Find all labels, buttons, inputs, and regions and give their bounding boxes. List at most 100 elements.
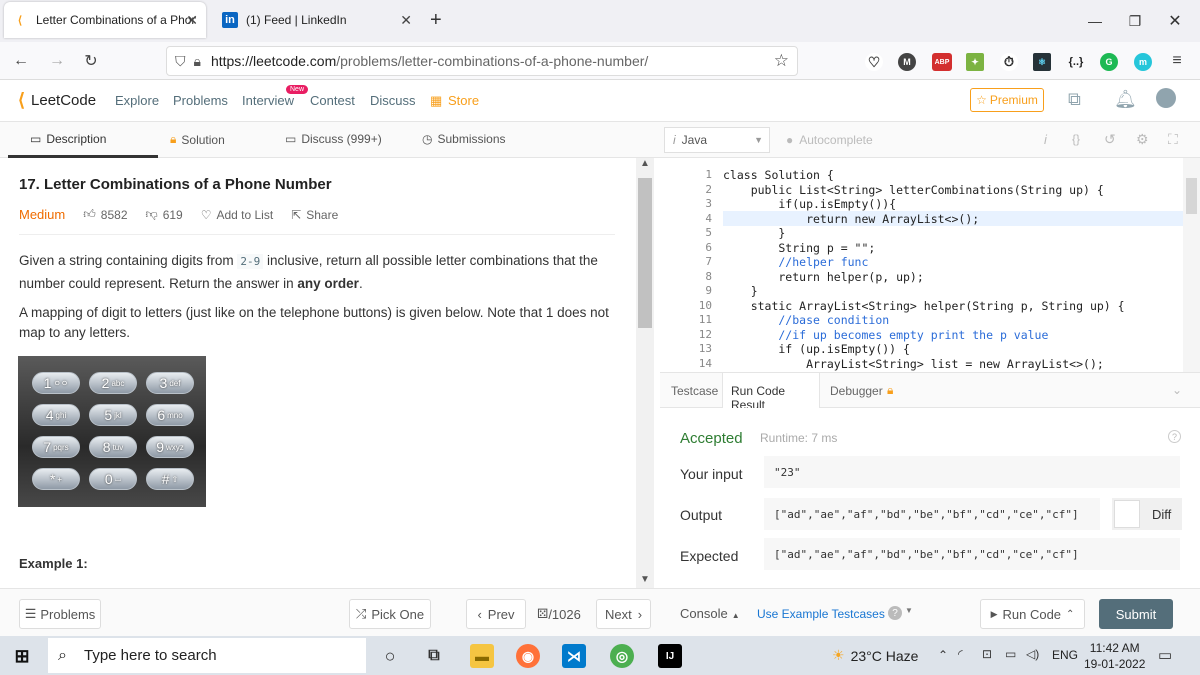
url-bar[interactable]: ⛉ 🔒︎ https://leetcode.com /problems/lett… (166, 46, 798, 76)
nav-problems[interactable]: Problems (173, 93, 228, 108)
pick-one-button[interactable]: ⤮ Pick One (349, 599, 431, 629)
console-button[interactable]: Console ▲ (680, 606, 740, 621)
key-letters: pqrs (53, 442, 69, 452)
run-code-button[interactable]: ▶ Run Code ⌃ (980, 599, 1085, 629)
firefox-icon[interactable]: ◉ (516, 644, 540, 668)
minimize-icon[interactable]: — (1080, 8, 1110, 34)
editor-scrollbar[interactable] (1183, 158, 1200, 372)
tab-description[interactable]: ▭ Description (30, 132, 106, 146)
extension-m2-icon[interactable]: m (1134, 53, 1152, 71)
notification-icon[interactable]: ▭ (1158, 646, 1172, 664)
timer-icon[interactable]: ⏱ (1000, 53, 1018, 71)
info-icon[interactable]: i (1044, 132, 1047, 147)
chevron-up-icon[interactable]: ⌃ (938, 648, 948, 662)
share-link[interactable]: Share (306, 208, 338, 222)
problem-pager[interactable]: ⚄/1026 (537, 606, 581, 622)
tab-submissions[interactable]: ◷ Submissions (422, 132, 506, 146)
tab-debugger[interactable]: Debugger (830, 384, 883, 398)
tab-run-code-result[interactable]: Run Code Result (722, 373, 820, 412)
fullscreen-icon[interactable]: ⛶ (1168, 131, 1178, 148)
tab-testcase[interactable]: Testcase (671, 384, 718, 398)
help-icon[interactable]: ? (1168, 430, 1181, 443)
key-digit: 6 (157, 407, 166, 423)
input-label: Your input (680, 466, 743, 482)
adblock-icon[interactable]: ABP (932, 53, 952, 71)
submit-button[interactable]: Submit (1099, 599, 1173, 629)
cortana-icon[interactable]: ○ (378, 644, 402, 668)
file-explorer-icon[interactable]: ▬ (470, 644, 494, 668)
vscode-icon[interactable]: ⋊ (562, 644, 586, 668)
battery-icon[interactable]: ▭ (1005, 647, 1016, 661)
bookmark-star-icon[interactable]: ☆ (774, 51, 789, 71)
chrome-icon[interactable]: ◎ (610, 644, 634, 668)
scroll-up-icon[interactable]: ▲ (640, 158, 650, 169)
tab-discuss[interactable]: ▭ Discuss (999+) (285, 132, 382, 146)
menu-icon[interactable]: ≡ (1166, 50, 1188, 72)
windows-start-icon[interactable]: ⊞ (10, 644, 34, 668)
language-select[interactable]: i Java ▼ (664, 127, 770, 153)
help-icon[interactable]: ? (888, 606, 902, 620)
nav-discuss[interactable]: Discuss (370, 93, 416, 108)
nav-interview[interactable]: Interview (242, 93, 294, 108)
playground-icon[interactable]: ⧉ (1068, 89, 1081, 110)
braces-icon[interactable]: {} (1072, 132, 1080, 146)
nav-explore[interactable]: Explore (115, 93, 159, 108)
tab-linkedin[interactable]: in (1) Feed | LinkedIn ✕ (214, 2, 420, 38)
leetcode-logo-icon: ⟨ (18, 90, 26, 110)
scrollbar-thumb[interactable] (638, 178, 652, 328)
reload-icon[interactable]: ↻ (80, 50, 102, 72)
prev-button[interactable]: ‹ Prev (466, 599, 526, 629)
forward-icon[interactable]: → (46, 50, 68, 72)
autocomplete-toggle[interactable]: ● Autocomplete (786, 133, 873, 147)
chevron-left-icon: ‹ (477, 606, 482, 622)
button-label: Problems (40, 606, 96, 622)
chevron-down-icon[interactable]: ⌄ (1172, 383, 1182, 397)
premium-button[interactable]: ☆ Premium (970, 88, 1044, 112)
caret-down-icon[interactable]: ▼ (905, 606, 913, 615)
diff-toggle[interactable]: Diff (1112, 498, 1182, 530)
clock[interactable]: 11:42 AM 19-01-2022 (1084, 640, 1145, 672)
tab-leetcode[interactable]: ⟨ Letter Combinations of a Phone ✕ (4, 2, 206, 38)
nav-contest[interactable]: Contest (310, 93, 355, 108)
avatar[interactable] (1156, 88, 1176, 108)
restore-icon[interactable]: ❐ (1120, 8, 1150, 34)
reset-icon[interactable]: ↺ (1104, 131, 1116, 148)
task-view-icon[interactable]: ⧉ (422, 644, 446, 668)
react-icon[interactable]: ⚛ (1033, 53, 1051, 71)
back-icon[interactable]: ← (10, 50, 32, 72)
json-icon[interactable]: {..} (1064, 53, 1088, 71)
line-number: 3 (705, 197, 712, 210)
add-to-list-link[interactable]: Add to List (216, 208, 273, 222)
new-tab-button[interactable]: + (430, 9, 442, 32)
code-editor[interactable]: 1 2 3 4 5 6 7 8 9 10 11 12 13 14 class Solution { pub… (660, 158, 1200, 372)
thumbs-down-icon[interactable]: 👎︎ (146, 207, 158, 222)
bell-icon[interactable]: 🔔︎ (1114, 89, 1137, 110)
scroll-down-icon[interactable]: ▼ (640, 574, 650, 585)
pocket-icon[interactable]: ♡ (865, 53, 883, 71)
thumbs-up-icon[interactable]: 👍︎ (83, 207, 96, 222)
weather-widget[interactable]: ☀ 23°C Haze (832, 647, 918, 664)
intellij-icon[interactable]: IJ (658, 644, 682, 668)
language-indicator[interactable]: ENG (1052, 648, 1078, 662)
code-line: return helper(p, up); (723, 269, 924, 284)
brand[interactable]: ⟨ LeetCode (18, 90, 96, 111)
close-icon[interactable]: ✕ (186, 12, 198, 29)
scrollbar-thumb[interactable] (1186, 178, 1197, 214)
toggle-knob (1114, 500, 1140, 528)
extension-icon[interactable]: ✦ (966, 53, 984, 71)
next-button[interactable]: Next › (596, 599, 651, 629)
network-icon[interactable]: ⊡ (982, 647, 992, 661)
grammarly-icon[interactable]: G (1100, 53, 1118, 71)
taskbar-search[interactable]: ⌕ Type here to search (48, 638, 366, 673)
tab-solution[interactable]: 🔒︎ Solution (170, 132, 225, 147)
volume-icon[interactable]: ◁) (1026, 647, 1039, 661)
use-example-testcases-link[interactable]: Use Example Testcases (757, 607, 885, 621)
problems-button[interactable]: ☰ Problems (19, 599, 101, 629)
left-scrollbar[interactable]: ▲ ▼ (636, 158, 654, 588)
nav-store[interactable]: Store (448, 93, 479, 108)
extension-m-icon[interactable]: M (898, 53, 916, 71)
wifi-icon[interactable]: ◜ (958, 647, 963, 661)
close-icon[interactable]: ✕ (400, 12, 412, 29)
window-close-icon[interactable]: ✕ (1160, 8, 1190, 34)
settings-icon[interactable]: ⚙ (1136, 131, 1149, 148)
